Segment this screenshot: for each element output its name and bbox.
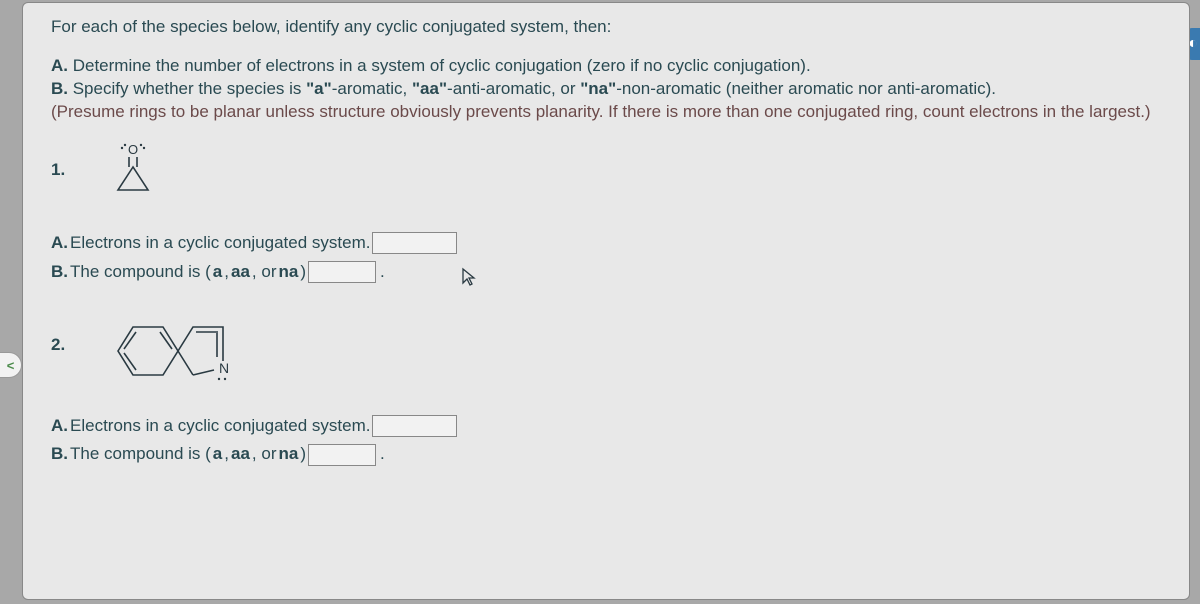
part-b-aa: "aa" [412, 79, 447, 98]
part-b-a: "a" [306, 79, 332, 98]
question-1: 1. O [51, 142, 1169, 199]
planar-note: (Presume rings to be planar unless struc… [51, 101, 1169, 124]
q1-b-a: a [213, 258, 222, 287]
q2-b-a: a [213, 440, 222, 469]
q2-b-aa: aa [231, 440, 250, 469]
question-2: 2. N [51, 317, 1169, 398]
q2-structure-quinoline: N [106, 313, 236, 398]
q1-b-period: . [380, 258, 385, 287]
q1-b-na: na [278, 258, 298, 287]
q2-answer-a-line: A.Electrons in a cyclic conjugated syste… [51, 412, 1169, 441]
q1-b-sep1: , [224, 258, 229, 287]
q1-answer-a-line: A.Electrons in a cyclic conjugated syste… [51, 229, 1169, 258]
part-b-natext: -non-aromatic (neither aromatic nor anti… [616, 79, 996, 98]
q2-aromatic-input[interactable] [308, 444, 376, 466]
q1-a-prefix: A. [51, 229, 68, 258]
intro-text: For each of the species below, identify … [51, 17, 1169, 37]
question-panel: For each of the species below, identify … [22, 2, 1190, 600]
q1-electrons-input[interactable] [372, 232, 457, 254]
q1-number: 1. [51, 160, 65, 180]
part-b-text1: Specify whether the species is [68, 79, 306, 98]
part-b-atext: -aromatic, [332, 79, 412, 98]
q1-b-aa: aa [231, 258, 250, 287]
q1-answer-b-line: B.The compound is (a, aa, or na) . [51, 258, 1169, 287]
q2-b-sep2: , or [252, 440, 277, 469]
q2-b-prefix: B. [51, 440, 68, 469]
q2-a-text: Electrons in a cyclic conjugated system. [70, 412, 370, 441]
q1-b-prefix: B. [51, 258, 68, 287]
q2-b-na: na [278, 440, 298, 469]
q2-electrons-input[interactable] [372, 415, 457, 437]
q2-b-sep1: , [224, 440, 229, 469]
q2-number: 2. [51, 335, 65, 355]
svg-text:O: O [128, 142, 138, 157]
part-b-aatext: -anti-aromatic, or [447, 79, 580, 98]
q2-b-text: The compound is ( [70, 440, 211, 469]
part-a-prefix: A. [51, 56, 68, 75]
q1-b-close: ) [300, 258, 306, 287]
q2-answer-b-line: B.The compound is (a, aa, or na) . [51, 440, 1169, 469]
part-b-prefix: B. [51, 79, 68, 98]
part-b-na: "na" [580, 79, 616, 98]
q1-structure-oxetanone: O [110, 142, 156, 199]
part-a-text: Determine the number of electrons in a s… [68, 56, 811, 75]
part-b-line: B. Specify whether the species is "a"-ar… [51, 78, 1169, 101]
svg-text:N: N [219, 360, 229, 376]
part-a-line: A. Determine the number of electrons in … [51, 55, 1169, 78]
q1-b-sep2: , or [252, 258, 277, 287]
q1-aromatic-input[interactable] [308, 261, 376, 283]
q1-a-text: Electrons in a cyclic conjugated system. [70, 229, 370, 258]
q2-b-close: ) [300, 440, 306, 469]
q2-a-prefix: A. [51, 412, 68, 441]
chevron-left-icon: < [7, 358, 15, 373]
q2-answers: A.Electrons in a cyclic conjugated syste… [51, 412, 1169, 470]
prev-nav-button[interactable]: < [0, 352, 22, 378]
q2-b-period: . [380, 440, 385, 469]
q1-b-text: The compound is ( [70, 258, 211, 287]
q1-answers: A.Electrons in a cyclic conjugated syste… [51, 229, 1169, 287]
